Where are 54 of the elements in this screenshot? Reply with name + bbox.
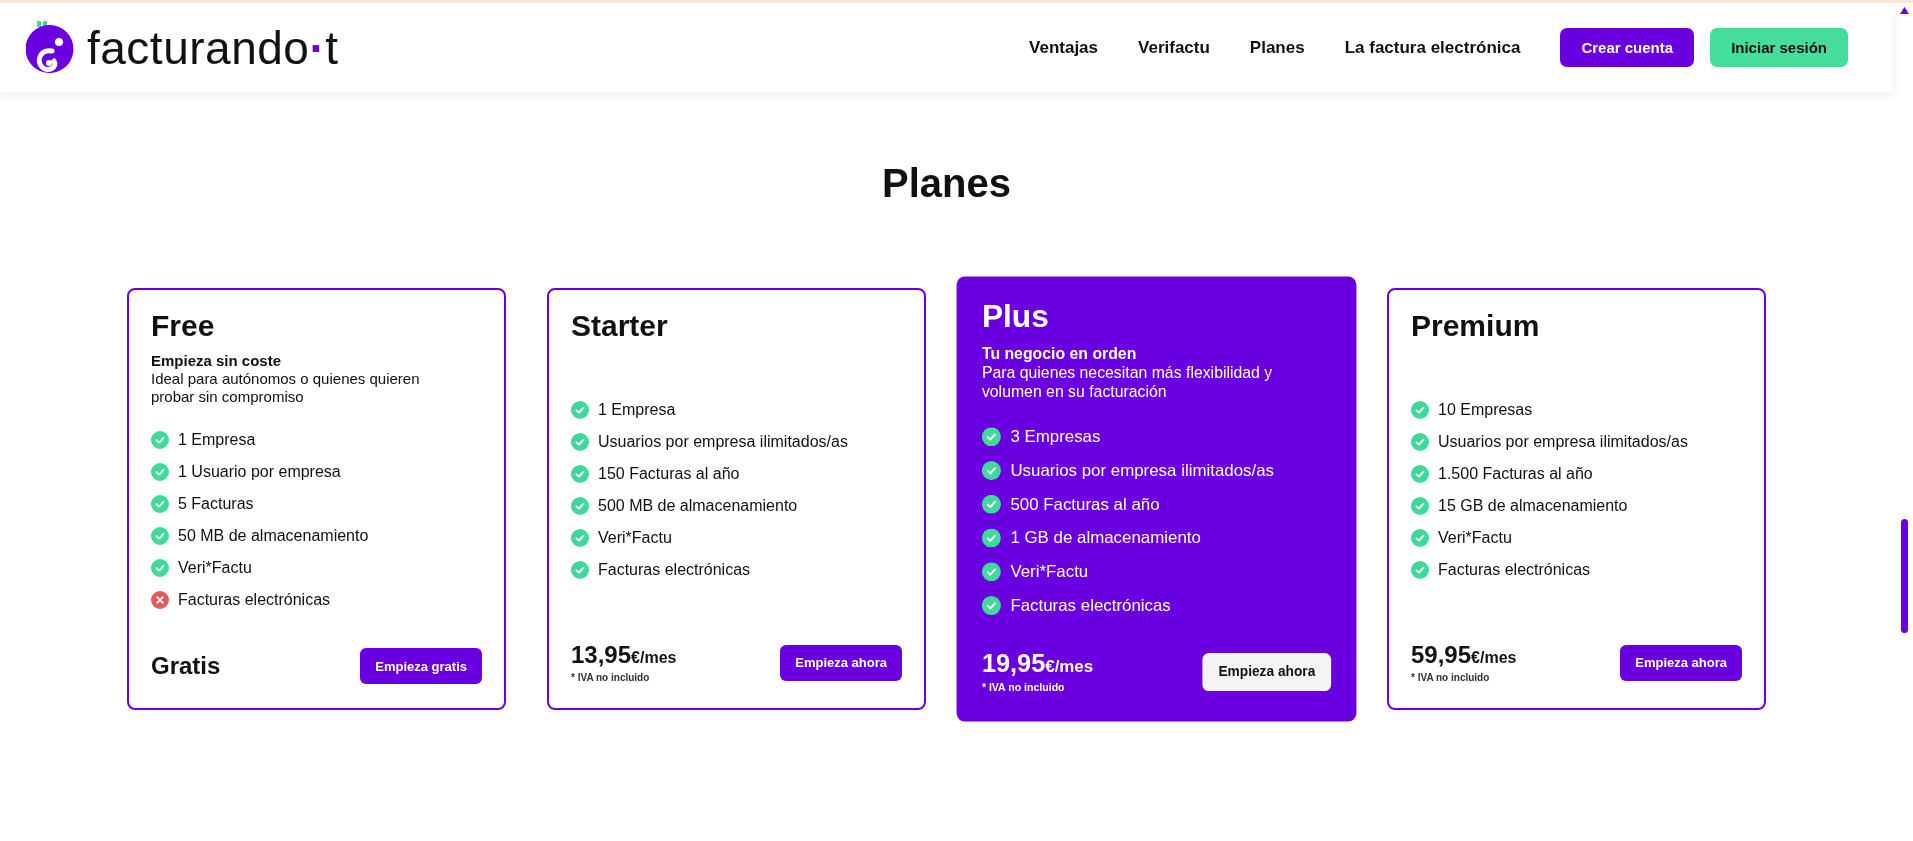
- plan-tagline: Tu negocio en orden: [981, 343, 1137, 363]
- feature-label: 1 GB de almacenamiento: [1010, 527, 1201, 549]
- scroll-up-arrow-icon[interactable]: [1900, 7, 1909, 14]
- feature-label: 1 Usuario por empresa: [178, 462, 341, 482]
- start-button[interactable]: Empieza ahora: [1202, 652, 1332, 691]
- feature-label: 1 Empresa: [178, 430, 256, 450]
- feature-label: 150 Facturas al año: [598, 464, 740, 484]
- create-account-button[interactable]: Crear cuenta: [1560, 28, 1695, 67]
- login-button[interactable]: Iniciar sesión: [1710, 28, 1848, 67]
- feature-label: Usuarios por empresa ilimitados/as: [598, 432, 848, 452]
- tax-note: * IVA no incluido: [981, 681, 1065, 695]
- price-label: 59,95€/mes: [1411, 641, 1517, 670]
- feature-label: Usuarios por empresa ilimitados/as: [1010, 460, 1274, 481]
- feature-label: Facturas electrónicas: [598, 560, 751, 580]
- feature-label: Veri*Factu: [178, 558, 252, 578]
- nav-link[interactable]: La factura electrónica: [1344, 37, 1521, 58]
- start-button[interactable]: Empieza ahora: [780, 644, 902, 681]
- feature-label: 5 Facturas: [178, 494, 254, 514]
- price-label: 19,95€/mes: [981, 648, 1094, 680]
- feature-label: 1.500 Facturas al año: [1438, 464, 1593, 484]
- price-label: 13,95€/mes: [571, 641, 677, 670]
- page-title: Planes: [882, 160, 1011, 207]
- feature-label: 500 MB de almacenamiento: [598, 496, 798, 516]
- nav-link[interactable]: Verifactu: [1138, 37, 1210, 58]
- feature-label: Veri*Factu: [1438, 528, 1512, 548]
- plan-name: Starter: [571, 308, 668, 344]
- feature-label: Veri*Factu: [1010, 561, 1089, 583]
- nav-link[interactable]: Planes: [1249, 37, 1305, 58]
- price-label: Gratis: [151, 652, 221, 680]
- start-button[interactable]: Empieza ahora: [1620, 644, 1742, 681]
- feature-label: Facturas electrónicas: [1438, 560, 1591, 580]
- feature-label: 15 GB de almacenamiento: [1438, 496, 1628, 516]
- plan-name: Free: [151, 308, 215, 344]
- feature-label: 50 MB de almacenamiento: [178, 526, 369, 546]
- scrollbar-thumb[interactable]: [1901, 519, 1908, 633]
- plan-description: Ideal para autónomos o quienes quieren probar sin compromiso: [151, 370, 421, 406]
- plan-name: Plus: [981, 297, 1049, 336]
- feature-label: Facturas electrónicas: [1010, 595, 1171, 616]
- tax-note: * IVA no incluido: [571, 672, 650, 684]
- plan-name: Premium: [1411, 308, 1540, 344]
- logo-icon: [26, 20, 74, 75]
- feature-label: 1 Empresa: [598, 400, 676, 420]
- feature-label: 500 Facturas al año: [1010, 493, 1160, 515]
- plan-tagline: Empieza sin coste: [151, 352, 282, 370]
- feature-label: Veri*Factu: [598, 528, 672, 548]
- feature-label: Facturas electrónicas: [178, 590, 331, 610]
- plan-description: Para quienes necesitan más flexibilidad y volumen en su facturación: [981, 362, 1274, 401]
- start-button[interactable]: Empieza gratis: [360, 648, 482, 684]
- tax-note: * IVA no incluido: [1411, 672, 1490, 684]
- feature-label: Usuarios por empresa ilimitados/as: [1438, 432, 1688, 452]
- feature-label: 3 Empresas: [1010, 426, 1101, 448]
- feature-label: 10 Empresas: [1438, 400, 1533, 420]
- nav-link[interactable]: Ventajas: [1029, 37, 1099, 58]
- logo-wordmark: facturando·t: [87, 20, 339, 75]
